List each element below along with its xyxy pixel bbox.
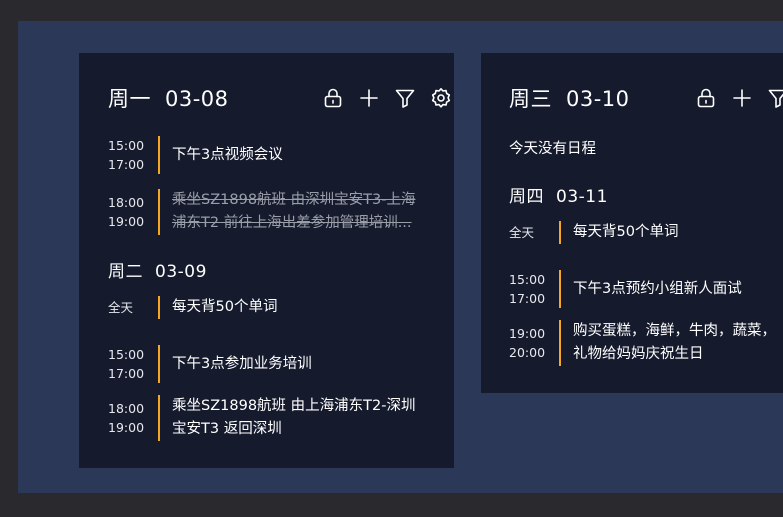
event-time: 全天 <box>108 300 134 315</box>
plus-icon[interactable] <box>356 85 382 111</box>
section-day-title: 周二 03-09 <box>108 257 207 282</box>
event-title: 下午3点参加业务培训 <box>172 355 312 372</box>
event-accent-bar <box>158 345 160 383</box>
plus-icon[interactable] <box>729 85 755 111</box>
event-title: 每天背50个单词 <box>573 224 679 240</box>
day-card-monday: 周一 03-08 15:00 17:00 下午3点视频会议 18:00 19:0… <box>79 53 454 468</box>
filter-icon[interactable] <box>392 85 418 111</box>
weekday-label: 周四 <box>509 187 544 207</box>
event-accent-bar <box>158 189 160 235</box>
event-accent-bar <box>158 395 160 441</box>
event-item[interactable]: 18:00 19:00 乘坐SZ1898航班 由上海浦东T2-深圳 宝安T3 返… <box>108 395 415 441</box>
weekday-label: 周二 <box>108 262 143 282</box>
event-time: 19:00 20:00 <box>509 326 546 360</box>
event-time: 全天 <box>509 225 535 240</box>
day-title: 周三 03-10 <box>509 83 630 113</box>
card-header: 周一 03-08 <box>108 83 451 113</box>
settings-icon[interactable] <box>428 85 454 111</box>
date-label: 03-11 <box>556 187 608 207</box>
event-time: 18:00 19:00 <box>108 401 145 435</box>
event-item[interactable]: 全天 每天背50个单词 <box>108 296 277 319</box>
event-title: 乘坐SZ1898航班 由上海浦东T2-深圳 宝安T3 返回深圳 <box>172 398 416 437</box>
event-item[interactable]: 15:00 17:00 下午3点视频会议 <box>108 136 283 174</box>
day-card-wednesday: 周三 03-10 今天没有日程 周四 03-11 全天 每天背50个单词 15:… <box>481 53 783 393</box>
event-title: 购买蛋糕，海鲜，牛肉，蔬菜， 礼物给妈妈庆祝生日 <box>573 323 776 362</box>
card-toolbar <box>693 85 783 111</box>
event-item[interactable]: 全天 每天背50个单词 <box>509 221 678 244</box>
event-time: 18:00 19:00 <box>108 195 145 229</box>
lock-icon[interactable] <box>693 85 719 111</box>
day-title: 周一 03-08 <box>108 83 229 113</box>
date-label: 03-10 <box>566 87 630 111</box>
weekday-label: 周一 <box>108 87 151 111</box>
event-item[interactable]: 15:00 17:00 下午3点参加业务培训 <box>108 345 312 383</box>
date-label: 03-08 <box>165 87 229 111</box>
empty-day-message: 今天没有日程 <box>509 141 596 157</box>
event-accent-bar <box>559 320 561 366</box>
event-time: 15:00 17:00 <box>108 347 145 381</box>
event-item[interactable]: 19:00 20:00 购买蛋糕，海鲜，牛肉，蔬菜， 礼物给妈妈庆祝生日 <box>509 320 776 366</box>
event-item-completed[interactable]: 18:00 19:00 乘坐SZ1898航班 由深圳宝安T3-上海 浦东T2 前… <box>108 189 415 235</box>
filter-icon[interactable] <box>765 85 783 111</box>
weekday-label: 周三 <box>509 87 552 111</box>
card-toolbar <box>320 85 454 111</box>
lock-icon[interactable] <box>320 85 346 111</box>
event-title: 每天背50个单词 <box>172 299 278 315</box>
section-day-title: 周四 03-11 <box>509 182 608 207</box>
date-label: 03-09 <box>155 262 207 282</box>
event-time: 15:00 17:00 <box>509 272 546 306</box>
event-title: 乘坐SZ1898航班 由深圳宝安T3-上海 浦东T2 前往上海出差参加管理培训.… <box>172 192 416 231</box>
event-title: 下午3点视频会议 <box>172 146 283 163</box>
event-accent-bar <box>158 296 160 319</box>
event-accent-bar <box>559 270 561 308</box>
event-title: 下午3点预约小组新人面试 <box>573 280 742 297</box>
event-item[interactable]: 15:00 17:00 下午3点预约小组新人面试 <box>509 270 742 308</box>
event-time: 15:00 17:00 <box>108 138 145 172</box>
event-accent-bar <box>559 221 561 244</box>
calendar-stage: 周一 03-08 15:00 17:00 下午3点视频会议 18:00 19:0… <box>18 21 783 493</box>
card-header: 周三 03-10 <box>509 83 783 113</box>
event-accent-bar <box>158 136 160 174</box>
